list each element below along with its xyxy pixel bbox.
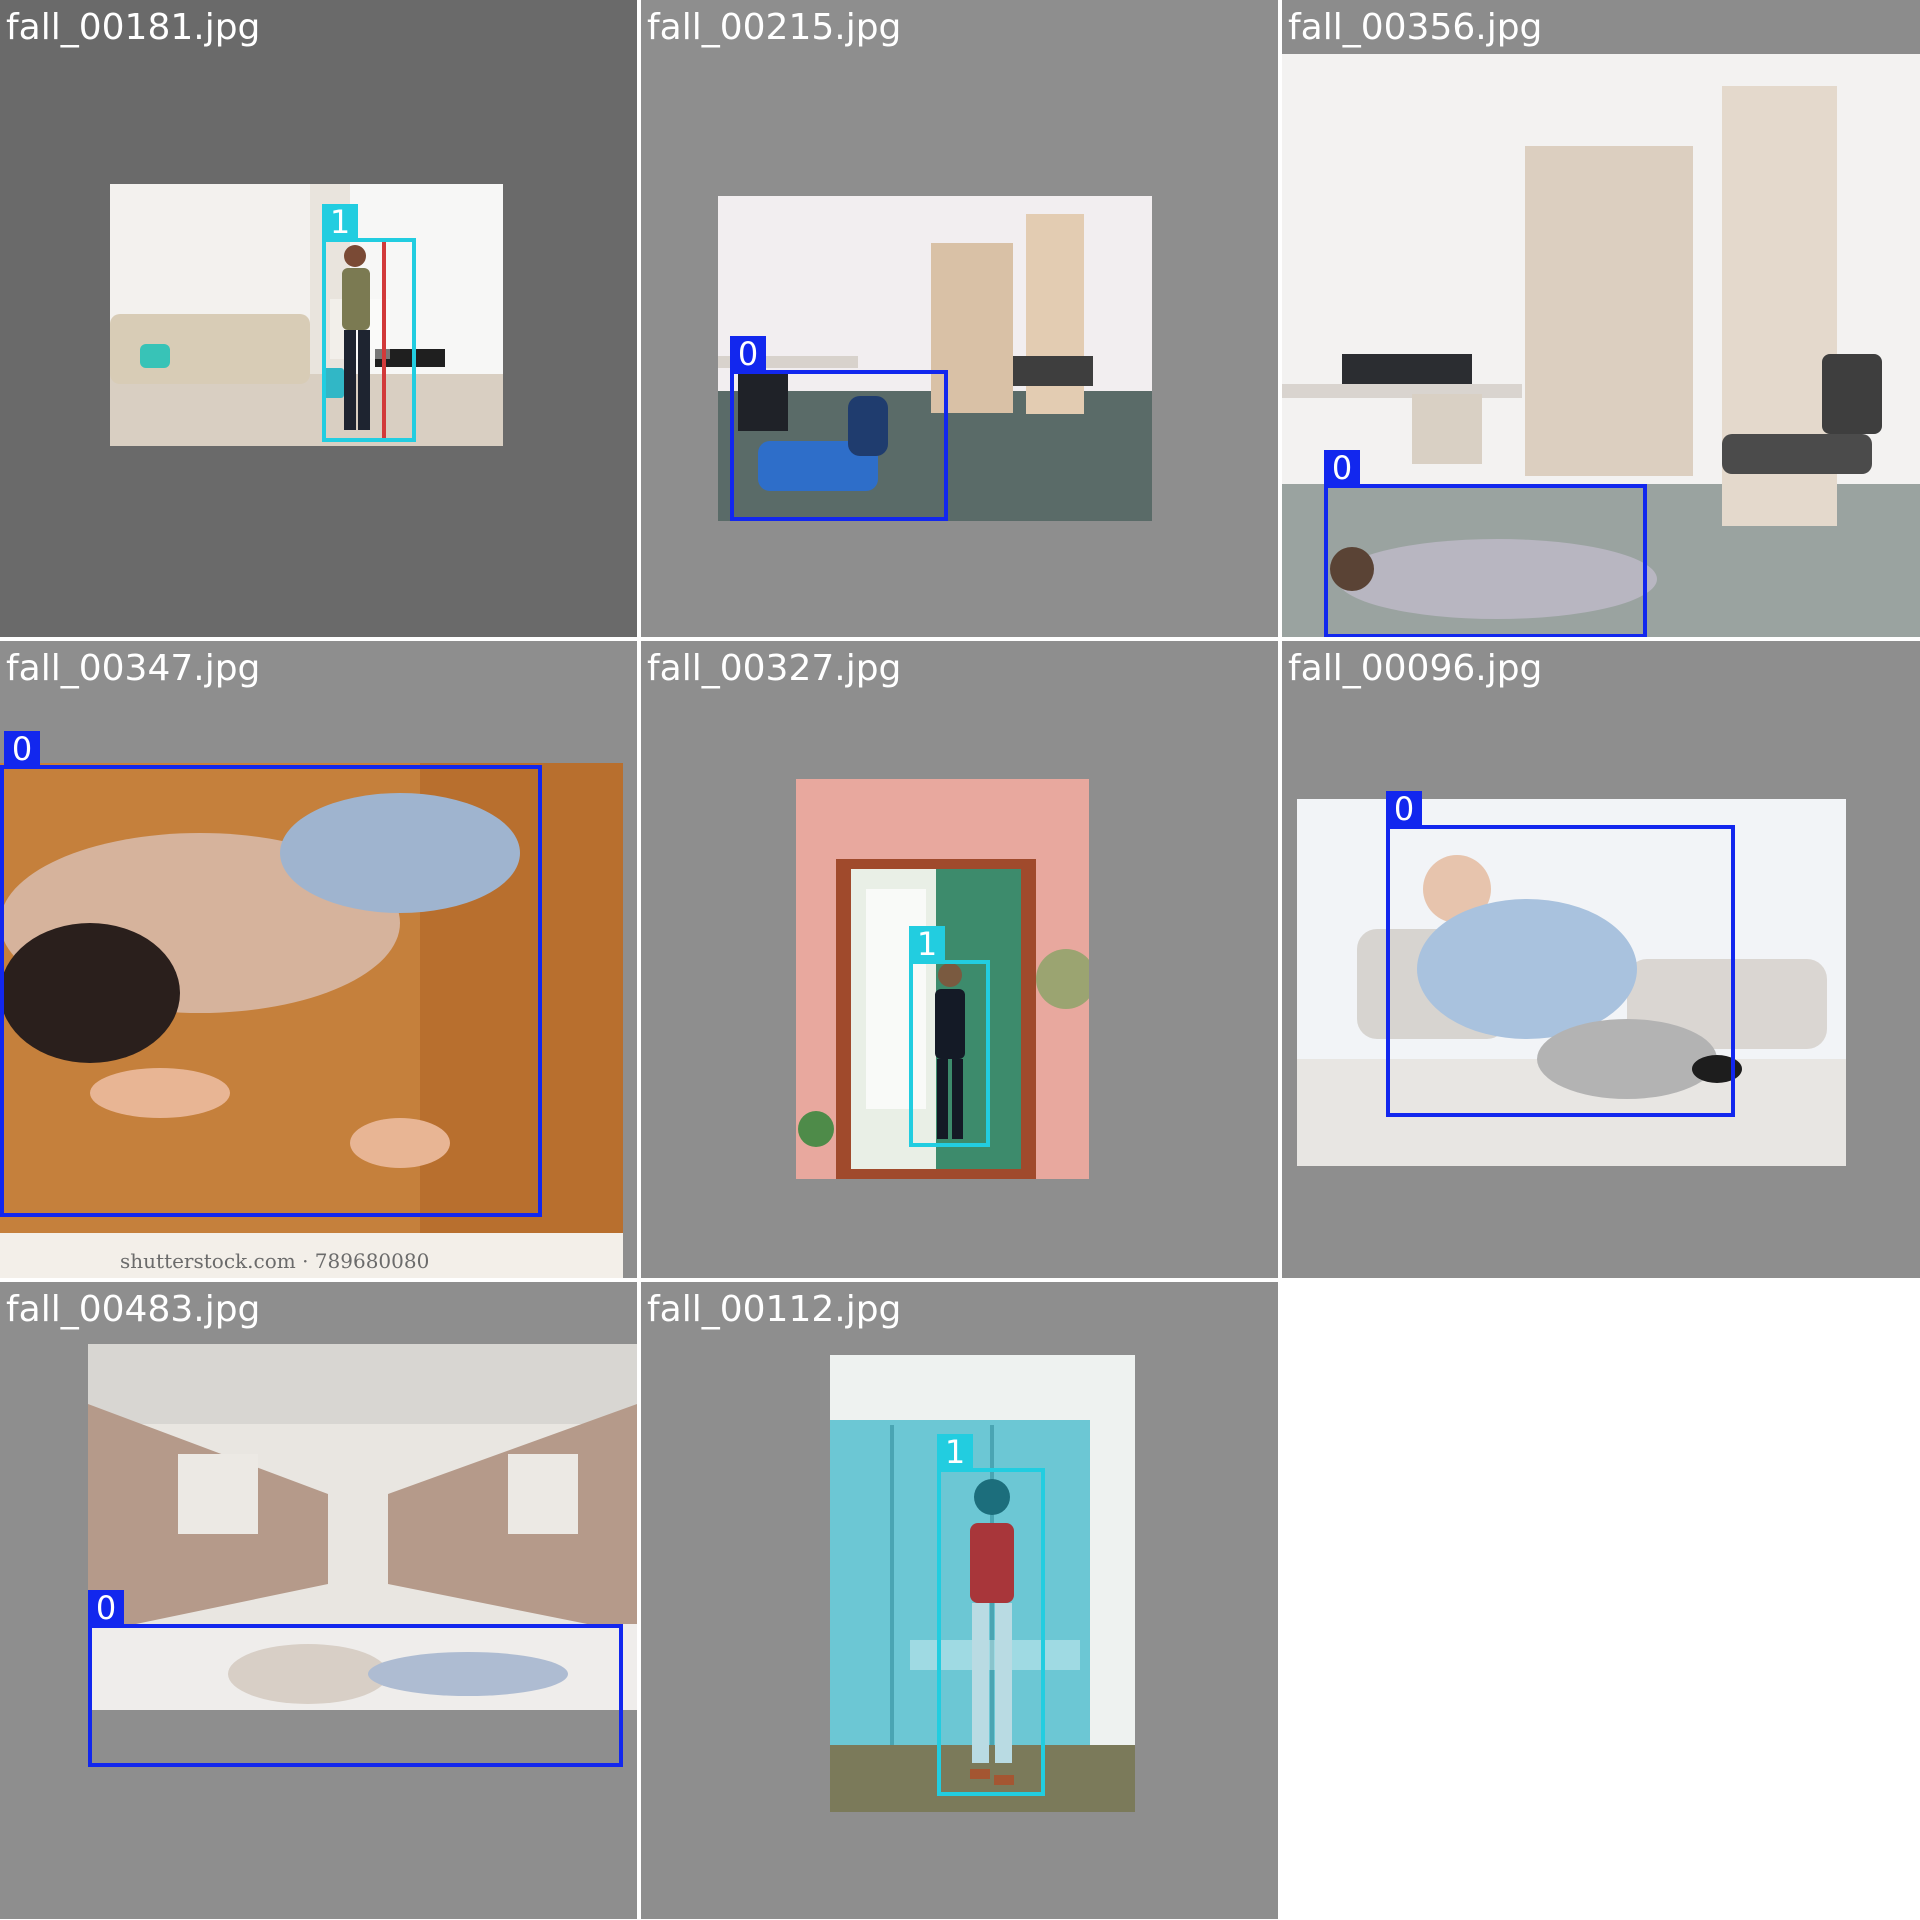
tile-fall-00181: fall_00181.jpg 1 (0, 0, 637, 637)
bbox-label: 1 (937, 1434, 973, 1470)
tile-fall-00096: fall_00096.jpg 0 (1282, 641, 1920, 1278)
bbox-class-0: 0 (0, 731, 542, 1217)
bbox-label: 1 (322, 204, 358, 240)
tile-fall-00356: fall_00356.jpg 0 (1282, 0, 1920, 637)
bbox-label: 0 (1324, 450, 1360, 486)
tile-fall-00483: fall_00483.jpg 0 (0, 1282, 637, 1919)
tile-filename: fall_00356.jpg (1288, 7, 1543, 48)
tile-filename: fall_00112.jpg (647, 1289, 902, 1330)
bbox-class-0: 0 (1324, 450, 1647, 637)
living-room-photo (110, 184, 503, 446)
tile-filename: fall_00096.jpg (1288, 648, 1543, 689)
bbox-class-0: 0 (88, 1590, 623, 1767)
bbox-class-0: 0 (1386, 791, 1735, 1117)
tile-filename: fall_00327.jpg (647, 648, 902, 689)
bbox-label: 0 (730, 336, 766, 372)
tile-filename: fall_00215.jpg (647, 7, 902, 48)
tile-fall-00112: fall_00112.jpg 1 (641, 1282, 1278, 1919)
bbox-class-0: 0 (730, 336, 948, 521)
bbox-class-1: 1 (909, 926, 990, 1147)
tile-fall-00347: fall_00347.jpg shutterstock.com · 789680… (0, 641, 637, 1278)
bbox-label: 0 (88, 1590, 124, 1626)
tile-filename: fall_00483.jpg (6, 1289, 261, 1330)
tile-fall-00327: fall_00327.jpg 1 (641, 641, 1278, 1278)
tile-filename: fall_00347.jpg (6, 648, 261, 689)
photo-illustration (110, 184, 503, 446)
bbox-label: 0 (1386, 791, 1422, 827)
bbox-label: 1 (909, 926, 945, 962)
tile-filename: fall_00181.jpg (6, 7, 261, 48)
image-grid: fall_00181.jpg 1 fall_00215.jpg 0 fall_0… (0, 0, 1920, 1920)
bbox-class-1: 1 (322, 204, 416, 442)
bbox-label: 0 (4, 731, 40, 767)
watermark-text: shutterstock.com · 789680080 (120, 1249, 430, 1273)
tile-fall-00215: fall_00215.jpg 0 (641, 0, 1278, 637)
bbox-class-1: 1 (937, 1434, 1045, 1796)
